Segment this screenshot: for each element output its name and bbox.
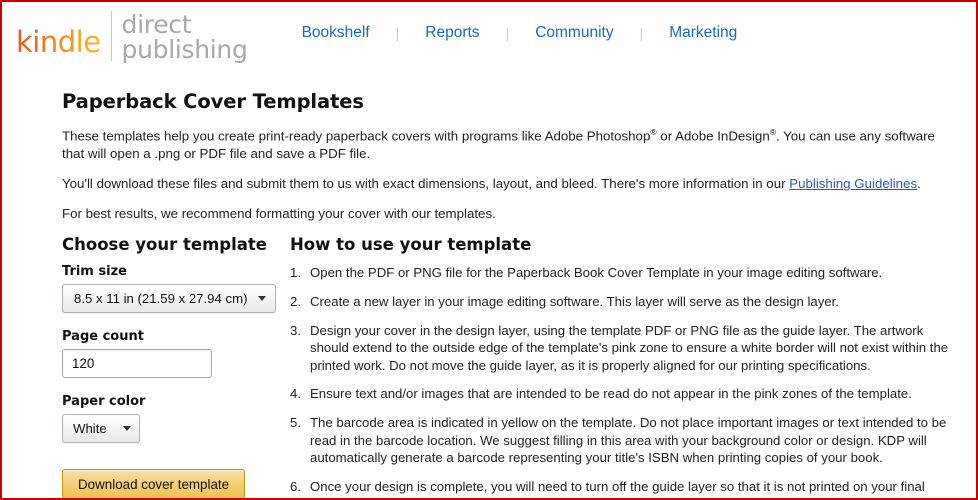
nav-link-community[interactable]: Community [533,24,615,42]
logo-kindle-text: kindle [16,27,111,57]
kdp-page: kindle direct publishing Bookshelf | Rep… [0,0,978,500]
nav-separator-2: | [505,25,510,41]
trim-size-label: Trim size [62,264,127,280]
intro-1-text-b: or Adobe InDesign [656,128,770,144]
list-item: Once your design is complete, you will n… [290,478,956,498]
nav-link-bookshelf[interactable]: Bookshelf [300,24,372,42]
list-item: Design your cover in the design layer, u… [290,322,949,373]
list-item: Create a new layer in your image editing… [290,293,839,310]
paper-color-field: Paper color White [62,394,290,444]
list-item: Open the PDF or PNG file for the Paperba… [290,264,883,281]
intro-1-text-a: These templates help you create print-re… [62,128,651,144]
trim-size-value: 8.5 x 11 in (21.59 x 27.94 cm) [74,291,248,307]
publishing-guidelines-link[interactable]: Publishing Guidelines [789,176,917,191]
howto-column: How to use your template Open the PDF or… [290,235,960,498]
paper-color-select[interactable]: White [62,414,140,444]
trim-size-select[interactable]: 8.5 x 11 in (21.59 x 27.94 cm) [62,284,276,314]
logo-line-direct: direct [121,10,192,39]
site-header: kindle direct publishing Bookshelf | Rep… [2,2,976,68]
nav-separator-1: | [395,25,400,41]
page-count-field: Page count [62,329,290,379]
intro-2-text-b: . [917,176,921,192]
intro-paragraph-1: These templates help you create print-re… [62,123,960,163]
intro-paragraph-3: For best results, we recommend formattin… [62,206,496,222]
logo-divider [110,11,112,61]
list-item: The barcode area is indicated in yellow … [290,414,947,466]
nav-separator-3: | [639,25,644,41]
nav-link-reports[interactable]: Reports [423,24,481,42]
two-column-layout: Choose your template Trim size 8.5 x 11 … [62,235,960,498]
list-item: Ensure text and/or images that are inten… [290,385,912,402]
paper-color-value: White [73,421,107,437]
page-title: Paperback Cover Templates [62,90,364,113]
page-count-input[interactable] [62,349,212,379]
main-navigation: Bookshelf | Reports | Community | Market… [300,24,740,42]
logo-line-publishing: publishing [121,35,248,64]
trim-size-field: Trim size 8.5 x 11 in (21.59 x 27.94 cm) [62,264,290,314]
template-form-column: Choose your template Trim size 8.5 x 11 … [62,235,290,498]
howto-steps-list: Open the PDF or PNG file for the Paperba… [290,264,960,498]
logo-direct-publishing-text: direct publishing [122,10,248,62]
download-cover-template-button[interactable]: Download cover template [62,469,246,498]
chevron-down-icon [123,426,131,432]
chevron-down-icon [258,296,266,302]
nav-link-marketing[interactable]: Marketing [667,24,739,42]
paper-color-label: Paper color [62,394,146,410]
choose-template-heading: Choose your template [62,235,267,255]
intro-2-text-a: You'll download these files and submit t… [62,176,790,192]
page-content: Paperback Cover Templates These template… [2,68,976,498]
kdp-logo[interactable]: kindle direct publishing [16,8,248,64]
intro-paragraph-2: You'll download these files and submit t… [62,175,960,193]
page-count-label: Page count [62,329,144,345]
howto-heading: How to use your template [290,235,532,255]
